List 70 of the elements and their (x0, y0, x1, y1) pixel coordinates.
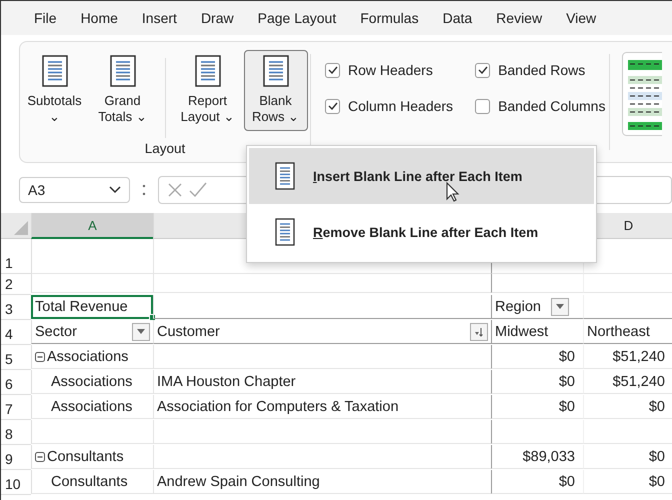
filter-button[interactable] (550, 298, 569, 316)
ribbon-button[interactable]: Blank Rows ⌄ (244, 50, 308, 130)
ribbon-tab[interactable]: Page Layout (258, 10, 336, 26)
list-document-icon (262, 55, 288, 87)
collapse-icon[interactable] (35, 352, 45, 362)
ribbon-tab[interactable]: Home (80, 10, 118, 26)
table-style-thumbnail[interactable] (622, 52, 662, 136)
cell-text: $0 (648, 474, 665, 490)
checkbox[interactable] (475, 62, 490, 78)
menu-item[interactable]: Insert Blank Line after Each Item (249, 148, 594, 204)
ribbon-button[interactable]: Subtotals ⌄ (22, 50, 86, 130)
ribbon-button[interactable]: Grand Totals ⌄ (90, 50, 154, 130)
cell-text: IMA Houston Chapter (157, 374, 296, 390)
cell-text: Midwest (495, 324, 548, 340)
list-document-icon (110, 55, 136, 87)
check-icon (328, 66, 338, 74)
dropdown-arrow-icon (137, 329, 145, 334)
cell-text: Consultants (50, 474, 128, 490)
list-document-icon (42, 55, 68, 87)
ribbon-tab[interactable]: Insert (142, 10, 177, 26)
cell-text: $0 (558, 398, 575, 414)
option-checkbox[interactable]: Row Headers (325, 62, 454, 78)
cell-text: Consultants (47, 448, 124, 464)
check-icon (478, 66, 488, 74)
cell-text: $51,240 (612, 348, 665, 364)
cell-text: Sector (35, 324, 77, 340)
ribbon-tab[interactable]: View (566, 10, 596, 26)
cell-text: Associations (47, 348, 128, 364)
list-document-icon (194, 55, 220, 87)
collapse-icon[interactable] (35, 452, 45, 462)
list-document-icon (275, 218, 295, 246)
sort-arrow-icon (474, 326, 484, 336)
cell-text: $0 (558, 374, 575, 390)
cell-text: $0 (648, 398, 665, 414)
option-checkbox[interactable]: Column Headers (325, 98, 454, 114)
ribbon-tab[interactable]: Formulas (360, 10, 419, 26)
cell-text: Total Revenue (35, 298, 128, 314)
name-box[interactable]: A3 (19, 177, 130, 203)
sort-filter-button[interactable] (470, 322, 488, 340)
cell-text: Associations (50, 398, 132, 414)
option-checkbox[interactable]: Banded Rows (475, 62, 606, 78)
ribbon-tab[interactable]: Draw (200, 10, 234, 26)
list-document-icon (275, 162, 295, 190)
check-icon[interactable] (189, 182, 208, 198)
cell-text: Northeast (587, 324, 650, 340)
ribbon-tab[interactable]: Data (442, 10, 472, 26)
checkbox[interactable] (325, 98, 340, 114)
cell-text: Association for Computers & Taxation (157, 398, 399, 414)
group-label: Layout (144, 141, 186, 158)
cell-text: $0 (648, 448, 665, 464)
cell-text: Customer (157, 324, 220, 340)
ribbon-tab[interactable]: File (34, 10, 57, 26)
checkbox[interactable] (475, 98, 490, 114)
check-icon (328, 102, 338, 110)
filter-button[interactable] (132, 322, 150, 340)
cell-text: $51,240 (612, 374, 665, 390)
ribbon-tab[interactable]: Review (496, 10, 542, 26)
cell-text: $0 (558, 474, 575, 490)
option-checkbox[interactable]: Banded Columns (475, 98, 606, 114)
cell-text: Andrew Spain Consulting (157, 474, 320, 490)
dropdown-arrow-icon (556, 304, 564, 309)
cell-text: Region (495, 298, 541, 314)
cell-text: $89,033 (522, 448, 575, 464)
cell-text: Associations (50, 374, 132, 390)
mouse-pointer-icon (446, 182, 460, 202)
cell-text: $0 (558, 348, 575, 364)
column-header[interactable]: A (31, 213, 153, 239)
checkbox[interactable] (325, 62, 340, 78)
ribbon-button[interactable]: Report Layout ⌄ (176, 50, 240, 130)
more-options-icon[interactable] (142, 183, 146, 197)
